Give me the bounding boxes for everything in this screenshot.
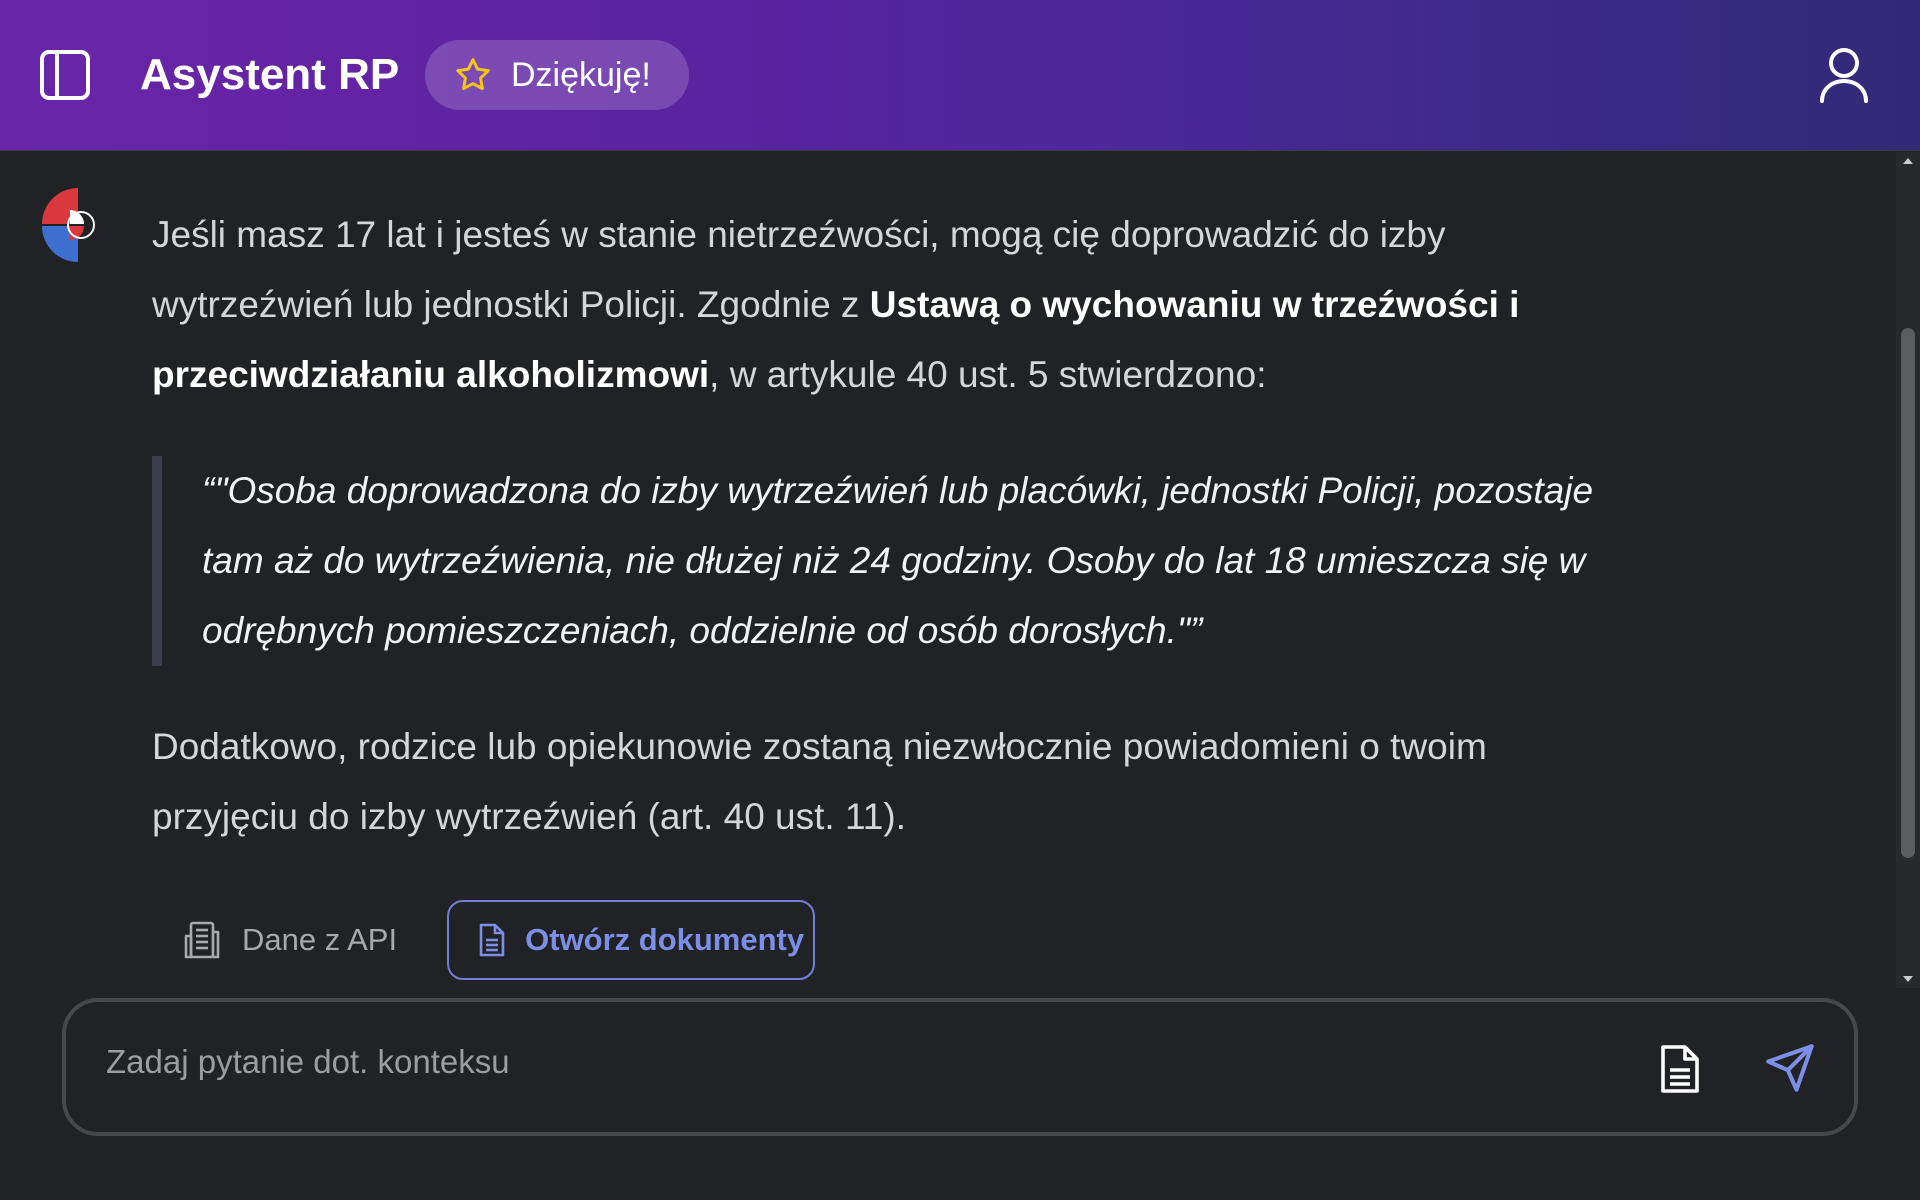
thanks-button-label: Dziękuję! xyxy=(511,55,651,94)
assistant-message: Jeśli masz 17 lat i jesteś w stanie niet… xyxy=(152,200,1612,852)
sidebar-toggle-icon xyxy=(39,49,91,101)
user-icon xyxy=(1819,47,1869,103)
document-icon xyxy=(477,923,507,957)
api-data-label: Dane z API xyxy=(242,922,398,957)
app-header: Asystent RP Dziękuję! xyxy=(0,0,1920,151)
question-input[interactable] xyxy=(106,1036,1606,1088)
law-quote: “"Osoba doprowadzona do izby wytrzeźwień… xyxy=(152,456,1612,666)
scroll-down-arrow-icon[interactable] xyxy=(1896,970,1920,988)
assistant-avatar xyxy=(40,186,98,264)
send-icon xyxy=(1764,1042,1816,1094)
scroll-up-arrow-icon[interactable] xyxy=(1896,152,1920,170)
app-title: Asystent RP xyxy=(140,50,400,99)
message-composer xyxy=(62,998,1858,1136)
message-paragraph: Dodatkowo, rodzice lub opiekunowie zosta… xyxy=(152,726,1487,837)
assistant-logo-icon xyxy=(42,188,95,262)
open-documents-button[interactable]: Otwórz dokumenty xyxy=(447,900,816,980)
chat-scrollbar[interactable] xyxy=(1896,152,1920,988)
open-documents-label: Otwórz dokumenty xyxy=(525,922,805,957)
send-button[interactable] xyxy=(1762,1040,1818,1096)
message-actions: Dane z API Otwórz dokumenty xyxy=(152,900,816,980)
building-icon xyxy=(182,920,222,960)
message-paragraph: Jeśli masz 17 lat i jesteś w stanie niet… xyxy=(152,200,1612,410)
sidebar-toggle-button[interactable] xyxy=(38,48,92,102)
scrollbar-thumb[interactable] xyxy=(1901,328,1915,858)
user-profile-button[interactable] xyxy=(1818,46,1870,104)
chat-area: Jeśli masz 17 lat i jesteś w stanie niet… xyxy=(0,152,1896,992)
document-icon xyxy=(1659,1044,1701,1094)
thanks-button[interactable]: Dziękuję! xyxy=(425,40,689,110)
attach-document-button[interactable] xyxy=(1656,1042,1704,1096)
star-icon xyxy=(453,55,493,95)
message-text: , w artykule 40 ust. 5 stwierdzono: xyxy=(709,354,1267,395)
api-data-button[interactable]: Dane z API xyxy=(152,900,427,980)
quote-text: “"Osoba doprowadzona do izby wytrzeźwień… xyxy=(202,470,1594,651)
